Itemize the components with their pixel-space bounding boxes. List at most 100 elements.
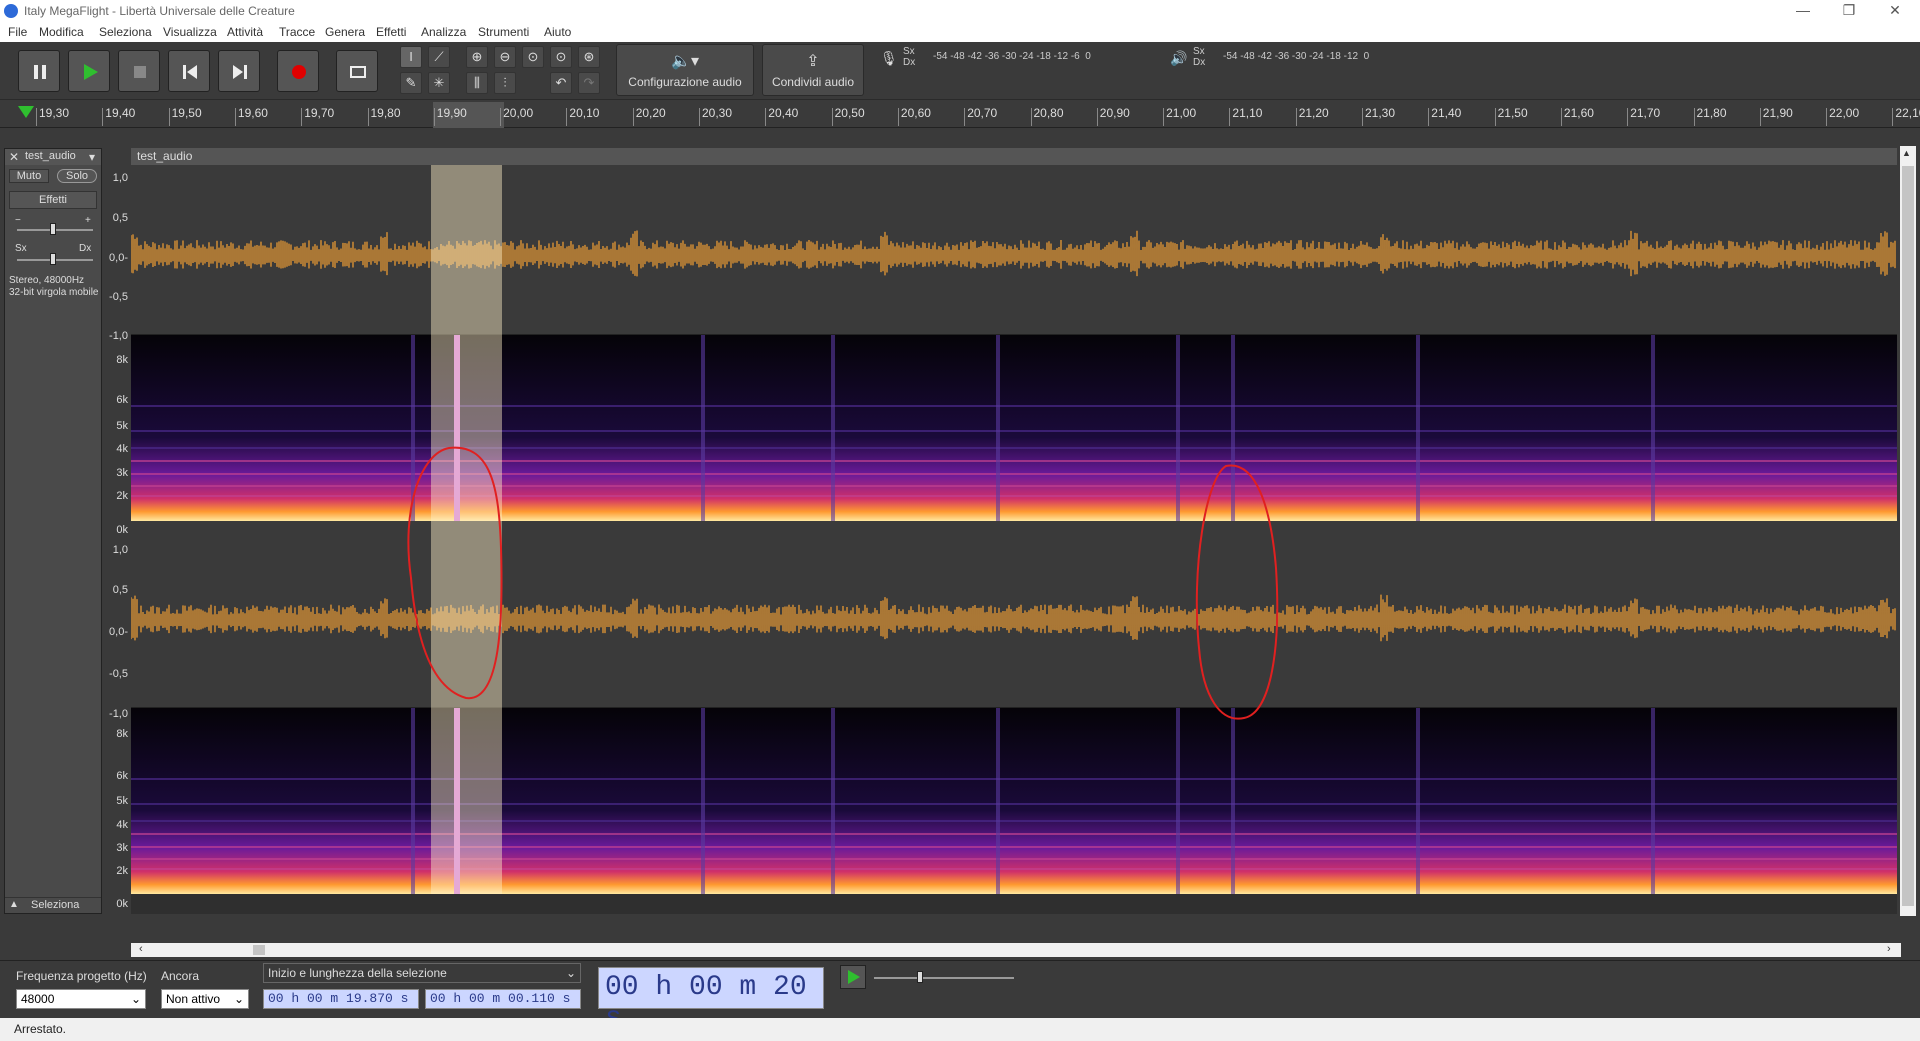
title-bar: Italy MegaFlight - Libertà Universale de…: [0, 0, 1920, 22]
menu-attivita[interactable]: Attività: [227, 25, 263, 39]
loop-icon: [350, 66, 366, 78]
effects-button[interactable]: Effetti: [9, 191, 97, 209]
restore-button[interactable]: ❐: [1826, 0, 1872, 22]
snap-value: Non attivo: [166, 992, 221, 1006]
stop-button[interactable]: [118, 50, 160, 92]
vertical-scrollbar[interactable]: ▲: [1900, 146, 1916, 916]
timeline-tick: 21,50: [1494, 106, 1528, 126]
share-audio-button[interactable]: ⇪ Condividi audio: [762, 44, 864, 96]
record-meter[interactable]: Sx Dx -54 -48 -42 -36 -30 -24 -18 -12 -6…: [903, 46, 1148, 68]
close-track-icon[interactable]: ✕: [9, 150, 19, 164]
scroll-up-icon[interactable]: ▲: [1902, 148, 1914, 160]
loop-button[interactable]: [336, 50, 378, 92]
redo-icon[interactable]: ↷: [578, 72, 600, 94]
audio-position-time[interactable]: 00 h 00 m 20 s: [598, 967, 824, 1034]
stop-icon: [134, 66, 146, 78]
select-track-button[interactable]: ▲ Seleziona: [5, 897, 101, 913]
playback-meter[interactable]: Sx Dx -54 -48 -42 -36 -30 -24 -18 -12 0: [1193, 46, 1438, 68]
pan-right-label: Dx: [79, 243, 92, 254]
minimize-button[interactable]: —: [1780, 0, 1826, 22]
audio-setup-button[interactable]: 🔈▾ Configurazione audio: [616, 44, 754, 96]
menu-visualizza[interactable]: Visualizza: [163, 25, 217, 39]
timeline-tick: 20,80: [1030, 106, 1064, 126]
vertical-ruler-label: 3k: [116, 467, 128, 479]
undo-icon[interactable]: ↶: [550, 72, 572, 94]
timeline-tick: 19,30: [35, 106, 70, 126]
track-control-panel: ✕ test_audio ▾ Muto Solo Effetti − + Sx …: [4, 148, 102, 914]
skip-end-icon: [233, 65, 247, 79]
skip-end-button[interactable]: [218, 50, 260, 92]
track-name-button[interactable]: test_audio: [25, 150, 76, 162]
vertical-scroll-thumb[interactable]: [1902, 166, 1914, 906]
track-area[interactable]: test_audio: [130, 148, 1897, 914]
track-format: 32-bit virgola mobile: [9, 287, 99, 298]
play-button[interactable]: [68, 50, 110, 92]
timeline-tick: 20,90: [1096, 106, 1130, 126]
zoom-out-icon[interactable]: ⊖: [494, 46, 516, 68]
annotation-overlay: [407, 446, 1279, 720]
vertical-ruler-label: 5k: [116, 795, 128, 807]
selection-start-time[interactable]: 00 h 00 m 19.870 s: [263, 989, 419, 1009]
selection-tool-icon[interactable]: I: [400, 46, 422, 68]
menu-effetti[interactable]: Effetti: [376, 25, 406, 39]
skip-start-button[interactable]: [168, 50, 210, 92]
project-rate-value: 48000: [21, 992, 55, 1006]
zoom-toggle-icon[interactable]: ⊛: [578, 46, 600, 68]
timeline-ruler[interactable]: 19,30 19,40 19,50 19,60 19,70 19,80 19,90 20,00…: [0, 102, 1920, 128]
selection-mode-select[interactable]: Inizio e lunghezza della selezione ⌄: [263, 963, 581, 983]
menu-analizza[interactable]: Analizza: [421, 25, 466, 39]
window-title: Italy MegaFlight - Libertà Universale de…: [24, 4, 295, 18]
play-at-speed-button[interactable]: [840, 965, 866, 989]
scroll-left-icon[interactable]: ‹: [139, 943, 143, 955]
vertical-ruler-label: 0k: [116, 524, 128, 536]
selection-mode-value: Inizio e lunghezza della selezione: [268, 966, 447, 980]
fit-project-icon[interactable]: ⊙: [550, 46, 572, 68]
mute-button[interactable]: Muto: [9, 169, 49, 183]
play-speed-slider[interactable]: [874, 977, 1014, 979]
timeline-tick: 20,50: [831, 106, 865, 126]
vertical-ruler: 1,0 0,5 0,0- -0,5 -1,0 8k 6k 5k 4k 3k 2k 0k 1,0 0,5 0,…: [103, 148, 131, 914]
menu-modifica[interactable]: Modifica: [39, 25, 84, 39]
close-button[interactable]: ✕: [1872, 0, 1918, 22]
vertical-ruler-label: 0,0-: [109, 626, 128, 638]
pan-slider-knob[interactable]: [50, 253, 56, 265]
zoom-in-icon[interactable]: ⊕: [466, 46, 488, 68]
vertical-ruler-label: -0,5: [109, 291, 128, 303]
menu-file[interactable]: File: [8, 25, 27, 39]
draw-tool-icon[interactable]: ✎: [400, 72, 422, 94]
scroll-right-icon[interactable]: ›: [1887, 943, 1891, 955]
horizontal-scrollbar[interactable]: ‹ ›: [131, 943, 1901, 957]
vertical-ruler-label: -1,0: [109, 330, 128, 342]
menu-tracce[interactable]: Tracce: [279, 25, 315, 39]
horizontal-scroll-thumb[interactable]: [253, 945, 265, 955]
selection-length-time[interactable]: 00 h 00 m 00.110 s: [425, 989, 581, 1009]
track-menu-icon[interactable]: ▾: [89, 150, 95, 164]
gain-slider-knob[interactable]: [50, 223, 56, 235]
audacity-window: Italy MegaFlight - Libertà Universale de…: [0, 0, 1920, 1041]
menu-aiuto[interactable]: Aiuto: [544, 25, 571, 39]
menu-genera[interactable]: Genera: [325, 25, 365, 39]
timeline-tick: 19,60: [234, 106, 268, 126]
play-speed-knob[interactable]: [917, 971, 923, 983]
menu-strumenti[interactable]: Strumenti: [478, 25, 529, 39]
fit-selection-icon[interactable]: ⊙: [522, 46, 544, 68]
solo-button[interactable]: Solo: [57, 169, 97, 183]
silence-icon[interactable]: ⫶: [494, 72, 516, 94]
pause-button[interactable]: [18, 50, 60, 92]
envelope-tool-icon[interactable]: ⟋: [428, 46, 450, 68]
speaker-icon: 🔈▾: [671, 53, 699, 70]
project-rate-label: Frequenza progetto (Hz): [16, 969, 147, 983]
chevron-down-icon: ⌄: [233, 992, 244, 1006]
pan-left-label: Sx: [15, 243, 27, 254]
project-rate-select[interactable]: 48000 ⌄: [16, 989, 146, 1009]
vertical-ruler-label: 0,5: [112, 584, 128, 596]
multi-tool-icon[interactable]: ✳: [428, 72, 450, 94]
timeline-tick: 19,40: [102, 106, 136, 126]
snap-select[interactable]: Non attivo ⌄: [161, 989, 249, 1009]
timeline-tick: 20,70: [964, 106, 998, 126]
chevron-down-icon: ⌄: [130, 992, 141, 1006]
menu-seleziona[interactable]: Seleziona: [99, 25, 152, 39]
record-button[interactable]: [277, 50, 319, 92]
gain-minus-label: −: [15, 215, 21, 226]
trim-icon[interactable]: ⫼: [466, 72, 488, 94]
